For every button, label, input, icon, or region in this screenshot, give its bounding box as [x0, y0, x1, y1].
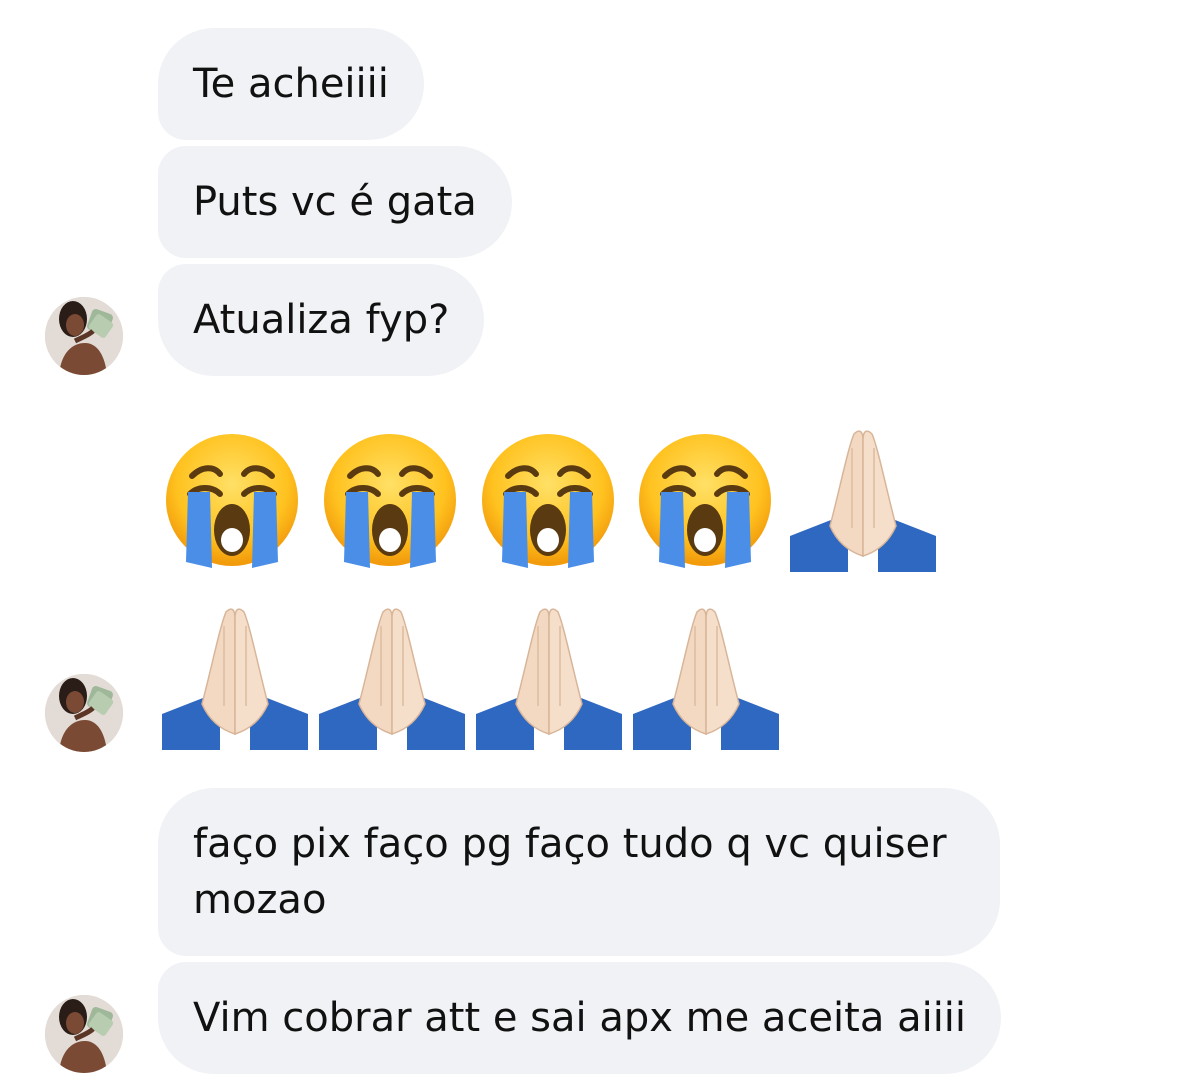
message-bubble[interactable]: Te acheiiii	[158, 28, 424, 140]
avatar[interactable]	[45, 297, 123, 375]
message-text: Puts vc é gata	[193, 179, 477, 225]
avatar[interactable]	[45, 674, 123, 752]
folded-hands-icon	[790, 428, 936, 572]
loudly-crying-face-icon	[162, 430, 302, 570]
avatar[interactable]	[45, 995, 123, 1073]
message-text: Atualiza fyp?	[193, 297, 450, 343]
folded-hands-icon	[633, 604, 779, 750]
loudly-crying-face-icon	[320, 430, 460, 570]
loudly-crying-face-icon	[635, 430, 775, 570]
message-text: Vim cobrar att e sai apx me aceita aiiii	[193, 995, 967, 1041]
folded-hands-icon	[476, 604, 622, 750]
folded-hands-icon	[162, 604, 308, 750]
loudly-crying-face-icon	[478, 430, 618, 570]
message-bubble[interactable]: Atualiza fyp?	[158, 264, 485, 376]
message-bubble[interactable]: Puts vc é gata	[158, 146, 512, 258]
message-bubble[interactable]: Vim cobrar att e sai apx me aceita aiiii	[158, 962, 1002, 1074]
message-text: faço pix faço pg faço tudo q vc quiser m…	[193, 821, 947, 923]
message-bubble[interactable]: faço pix faço pg faço tudo q vc quiser m…	[158, 788, 1000, 956]
folded-hands-icon	[319, 604, 465, 750]
message-text: Te acheiiii	[193, 61, 389, 107]
